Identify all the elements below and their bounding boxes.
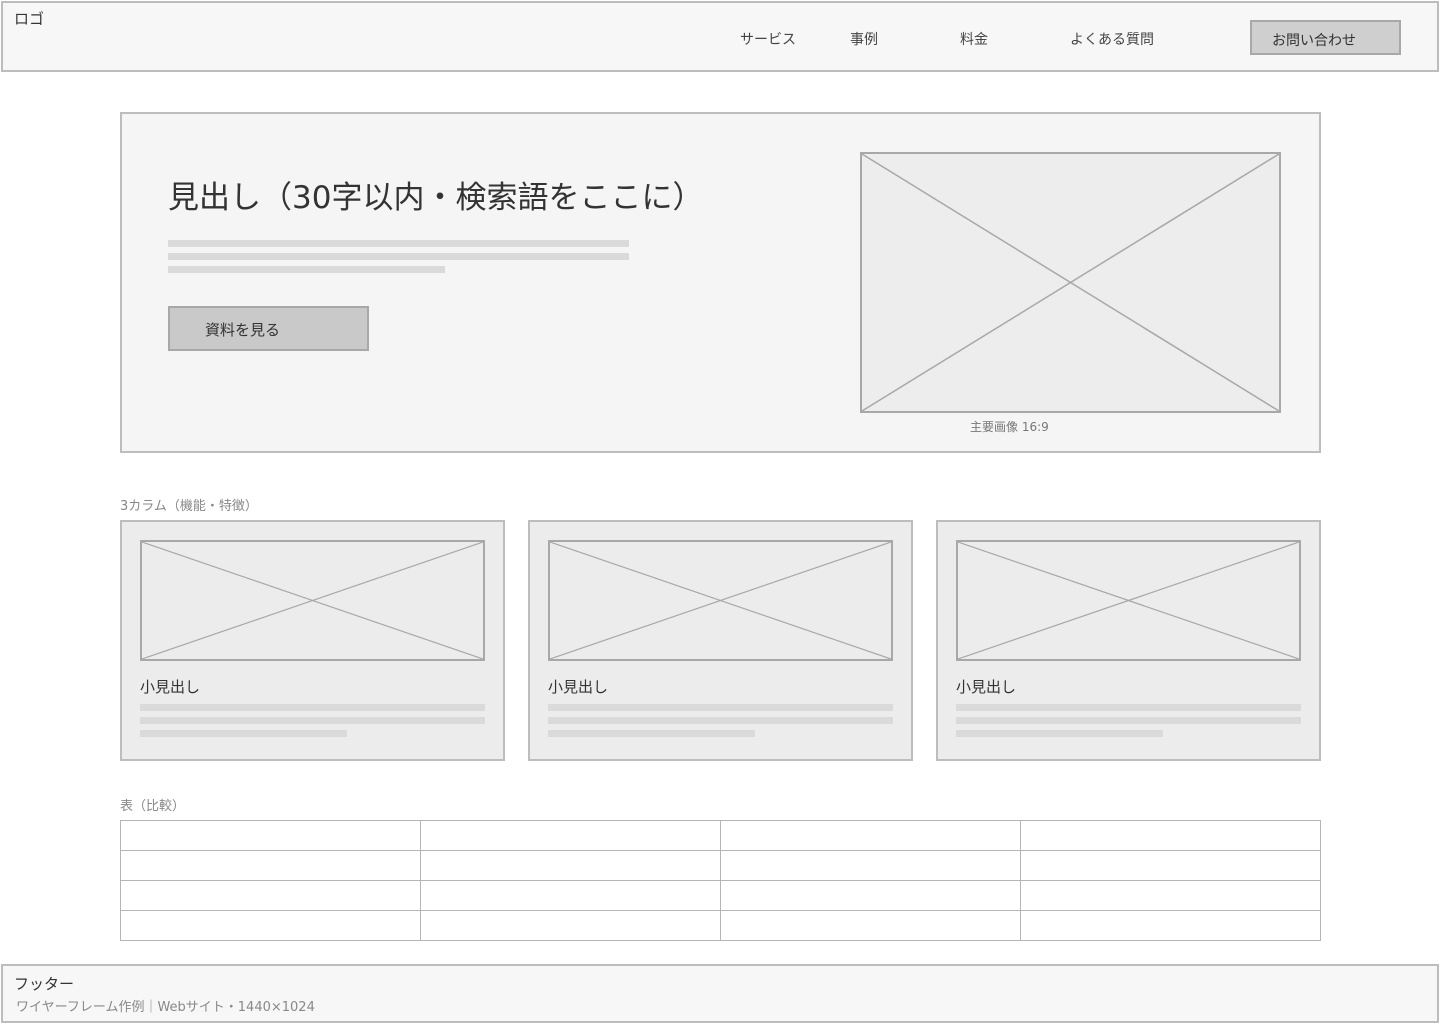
card-text-line	[956, 717, 1301, 724]
hero-text-line	[168, 253, 629, 260]
image-placeholder-icon	[862, 154, 1279, 411]
hero-text-line	[168, 266, 445, 273]
table-cell	[1020, 880, 1321, 911]
image-placeholder-icon	[958, 542, 1299, 659]
footer-title: フッター	[14, 975, 75, 993]
features-section-label: 3カラム（機能・特徴）	[120, 499, 258, 514]
card-text-line	[956, 730, 1163, 737]
table-cell	[720, 850, 1021, 881]
table-cell	[720, 880, 1021, 911]
feature-image-placeholder	[956, 540, 1301, 661]
view-materials-button[interactable]: 資料を見る	[168, 306, 369, 351]
table-cell	[420, 910, 721, 941]
table-cell	[420, 850, 721, 881]
table-cell	[120, 850, 421, 881]
logo[interactable]: ロゴ	[14, 8, 44, 29]
comparison-table	[120, 820, 1321, 941]
table-cell	[720, 910, 1021, 941]
hero-image-placeholder	[860, 152, 1281, 413]
card-text-line	[548, 730, 755, 737]
table-row	[120, 880, 1321, 911]
feature-image-placeholder	[140, 540, 485, 661]
card-text-line	[140, 704, 485, 711]
table-cell	[120, 880, 421, 911]
card-text-line	[140, 730, 347, 737]
feature-card-title: 小見出し	[956, 678, 1017, 696]
footer-subtitle: ワイヤーフレーム作例｜Webサイト・1440×1024	[16, 1000, 315, 1015]
table-cell	[420, 880, 721, 911]
hero-image-caption: 主要画像 16:9	[970, 420, 1049, 434]
hero-text-line	[168, 240, 629, 247]
nav-item-cases[interactable]: 事例	[850, 29, 878, 49]
table-row	[120, 820, 1321, 851]
table-cell	[120, 820, 421, 851]
table-cell	[1020, 910, 1321, 941]
image-placeholder-icon	[550, 542, 891, 659]
card-text-line	[956, 704, 1301, 711]
table-cell	[720, 820, 1021, 851]
feature-card-title: 小見出し	[548, 678, 609, 696]
table-section-label: 表（比較）	[120, 799, 186, 814]
feature-card-title: 小見出し	[140, 678, 201, 696]
card-text-line	[548, 717, 893, 724]
table-cell	[1020, 820, 1321, 851]
table-cell	[120, 910, 421, 941]
table-cell	[1020, 850, 1321, 881]
table-cell	[420, 820, 721, 851]
hero-title: 見出し（30字以内・検索語をここに）	[168, 180, 704, 216]
site-header	[1, 1, 1439, 72]
nav-item-pricing[interactable]: 料金	[960, 29, 988, 49]
nav-item-faq[interactable]: よくある質問	[1070, 29, 1154, 49]
contact-button[interactable]: お問い合わせ	[1250, 20, 1401, 55]
card-text-line	[548, 704, 893, 711]
table-row	[120, 850, 1321, 881]
table-row	[120, 910, 1321, 941]
card-text-line	[140, 717, 485, 724]
feature-image-placeholder	[548, 540, 893, 661]
nav-item-service[interactable]: サービス	[740, 29, 796, 49]
image-placeholder-icon	[142, 542, 483, 659]
